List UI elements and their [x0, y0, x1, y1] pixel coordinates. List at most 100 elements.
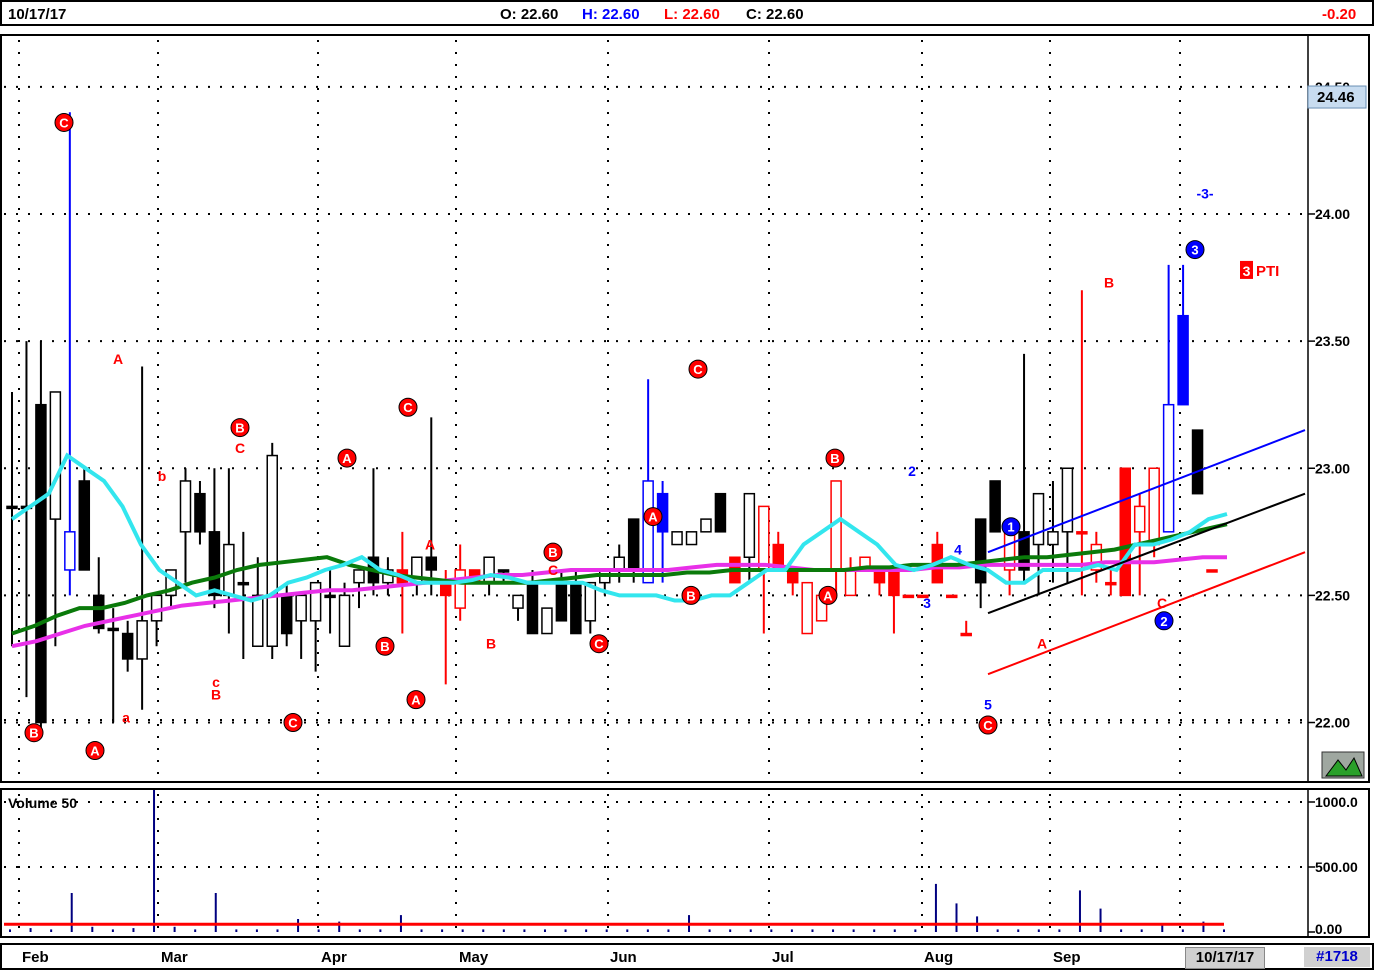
- wave-label-text: A: [90, 743, 100, 758]
- pti-badge-number: 3: [1243, 263, 1251, 279]
- month-label-feb: Feb: [22, 949, 49, 966]
- candle-body: [685, 531, 698, 546]
- wave-label-text: A: [425, 537, 435, 553]
- wave-label-text: A: [648, 510, 658, 525]
- y-tick-label: 22.50: [1315, 587, 1350, 603]
- last-price-tag-label: 24.46: [1317, 89, 1355, 106]
- wave-label-text: C: [594, 637, 604, 652]
- candle-body: [78, 480, 91, 571]
- candle-body: [252, 594, 264, 647]
- candle-body: [671, 531, 683, 546]
- candle-body: [483, 556, 495, 584]
- trendline-blue: [987, 429, 1306, 554]
- candle-body: [35, 403, 47, 724]
- candle-body: [136, 620, 148, 660]
- wave-label-text: 4: [954, 542, 962, 558]
- vol-tick-label: 0.00: [1315, 921, 1342, 936]
- candle-body: [353, 569, 365, 584]
- header-change: -0.20: [1322, 6, 1357, 23]
- candle-body: [526, 581, 539, 635]
- volume-panel[interactable]: 1000.0 500.00 0.00 Volume 50: [0, 788, 1370, 938]
- quote-header: 10/17/17 O: 22.60 H: 22.60 L: 22.60 C: 2…: [0, 0, 1374, 26]
- candle-body: [237, 581, 250, 586]
- candle-body: [1105, 581, 1117, 586]
- candle-body: [714, 492, 727, 533]
- candle-body: [555, 581, 568, 622]
- wave-label-text: A: [823, 588, 833, 603]
- wave-label-text: 3: [1191, 243, 1198, 258]
- header-date: 10/17/17: [8, 6, 67, 23]
- candle-body: [1191, 429, 1204, 495]
- candle-body: [801, 581, 813, 635]
- wave-label-text: C: [693, 362, 703, 377]
- candle-body: [280, 594, 293, 635]
- candle-body: [570, 581, 582, 635]
- volume-title: Volume 50: [8, 795, 77, 811]
- current-date-box: 10/17/17: [1185, 947, 1265, 969]
- price-panel[interactable]: 22.0022.5023.0023.5024.0024.5024.46CBAAb…: [0, 34, 1370, 783]
- wave-label-text: B: [211, 687, 221, 703]
- candle-body: [1162, 403, 1175, 533]
- wave-label-text: A: [342, 451, 352, 466]
- trendline-red: [987, 551, 1306, 676]
- volume-bars: [9, 790, 1225, 932]
- wave-label-text: C: [548, 562, 558, 578]
- header-open: O: 22.60: [500, 6, 559, 23]
- wave-label-text: C: [1157, 595, 1167, 611]
- candle-body: [844, 569, 857, 597]
- y-tick-label: 23.00: [1315, 460, 1350, 476]
- candle-body: [989, 480, 1001, 533]
- vol-tick-label: 1000.0: [1315, 794, 1358, 810]
- wave-label-text: C: [59, 115, 69, 130]
- y-axis-ticks: 22.0022.5023.0023.5024.0024.50: [1308, 79, 1350, 731]
- wave-label-text: B: [235, 421, 244, 436]
- bar-count: #1718: [1304, 947, 1370, 967]
- wave-label-text: a: [122, 709, 130, 725]
- wave-label-text: C: [983, 718, 993, 733]
- y-tick-label: 22.00: [1315, 715, 1350, 731]
- candle-body: [179, 480, 192, 533]
- candle-body: [902, 594, 915, 599]
- price-chart[interactable]: 22.0022.5023.0023.5024.0024.5024.46CBAAb…: [2, 36, 1368, 781]
- candle-body: [974, 518, 987, 584]
- candle-body: [295, 594, 307, 622]
- candle-body: [6, 505, 18, 510]
- candle-body: [1133, 505, 1146, 533]
- candle-body: [1047, 531, 1059, 546]
- candle-body: [324, 594, 336, 599]
- header-high: H: 22.60: [582, 6, 640, 23]
- volume-chart[interactable]: 1000.0 500.00 0.00 Volume 50: [2, 790, 1368, 936]
- candle-body: [700, 518, 712, 533]
- candle-body: [888, 569, 900, 597]
- candle-body: [338, 594, 351, 647]
- y-tick-label: 23.50: [1315, 333, 1350, 349]
- candle-body: [49, 391, 62, 520]
- wave-label-text: -3-: [1196, 186, 1213, 202]
- wave-label-text: 1: [1007, 520, 1014, 535]
- candle-body: [208, 531, 221, 597]
- candle-body: [497, 569, 510, 573]
- y-tick-label: 24.00: [1315, 206, 1350, 222]
- wave-label-text: C: [403, 400, 413, 415]
- wave-label-text: C: [288, 716, 298, 731]
- vol-tick-label: 500.00: [1315, 859, 1358, 875]
- month-label-mar: Mar: [161, 949, 188, 966]
- grid: [4, 40, 1305, 781]
- candle-body: [454, 569, 466, 609]
- candle-body: [758, 505, 770, 571]
- candle-body: [946, 594, 958, 599]
- wave-label-text: 5: [984, 697, 992, 713]
- candle-body: [425, 556, 438, 571]
- wave-label-text: A: [1037, 636, 1047, 652]
- wave-label-text: B: [686, 588, 695, 603]
- month-label-aug: Aug: [924, 949, 954, 966]
- wave-label-text: B: [486, 636, 496, 652]
- wave-label-text: 2: [908, 463, 916, 479]
- wave-label-text: B: [830, 451, 839, 466]
- wave-label-text: A: [411, 693, 421, 708]
- candle-body: [107, 627, 119, 632]
- candle-body: [642, 480, 654, 584]
- pti-badge-label: PTI: [1256, 263, 1279, 280]
- candle-body: [1206, 569, 1218, 573]
- wave-label-text: A: [113, 351, 123, 367]
